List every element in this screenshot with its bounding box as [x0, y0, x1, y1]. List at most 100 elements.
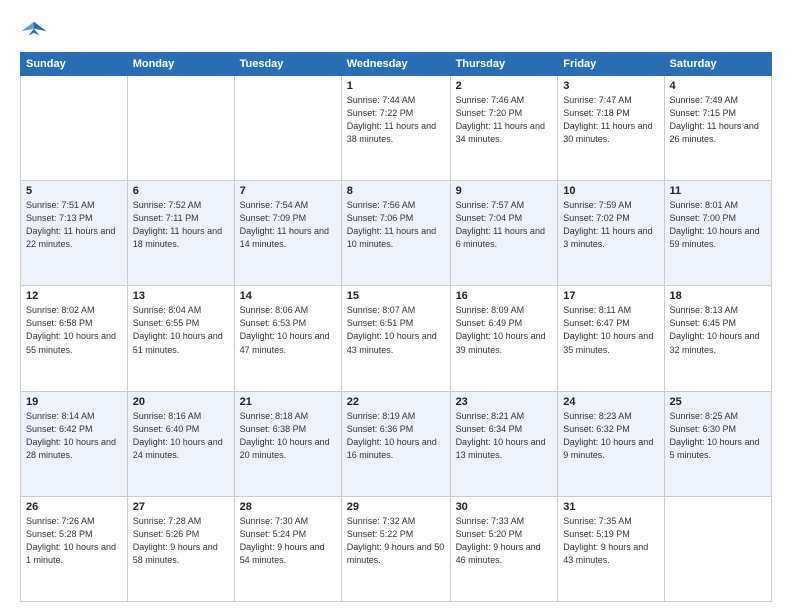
- day-number: 31: [563, 501, 658, 513]
- calendar-day-header: Saturday: [664, 53, 772, 76]
- day-number: 10: [563, 185, 658, 197]
- calendar-cell: 14 Sunrise: 8:06 AM Sunset: 6:53 PM Dayli…: [234, 286, 341, 391]
- calendar-week-row: 26 Sunrise: 7:26 AM Sunset: 5:28 PM Dayli…: [21, 496, 772, 601]
- day-info: Sunrise: 8:25 AM Sunset: 6:30 PM Dayligh…: [670, 410, 767, 462]
- day-info: Sunrise: 7:28 AM Sunset: 5:26 PM Dayligh…: [133, 515, 229, 567]
- day-info: Sunrise: 8:14 AM Sunset: 6:42 PM Dayligh…: [26, 410, 122, 462]
- day-info: Sunrise: 7:51 AM Sunset: 7:13 PM Dayligh…: [26, 199, 122, 251]
- calendar-cell: 31 Sunrise: 7:35 AM Sunset: 5:19 PM Dayli…: [558, 496, 664, 601]
- day-info: Sunrise: 7:49 AM Sunset: 7:15 PM Dayligh…: [670, 94, 767, 146]
- calendar-cell: 22 Sunrise: 8:19 AM Sunset: 6:36 PM Dayli…: [341, 391, 450, 496]
- header: [20, 16, 772, 44]
- day-info: Sunrise: 8:06 AM Sunset: 6:53 PM Dayligh…: [240, 304, 336, 356]
- calendar-day-header: Thursday: [450, 53, 558, 76]
- calendar-day-header: Wednesday: [341, 53, 450, 76]
- calendar-cell: [21, 76, 128, 181]
- day-info: Sunrise: 7:26 AM Sunset: 5:28 PM Dayligh…: [26, 515, 122, 567]
- day-number: 4: [670, 80, 767, 92]
- day-number: 19: [26, 396, 122, 408]
- day-info: Sunrise: 8:09 AM Sunset: 6:49 PM Dayligh…: [456, 304, 553, 356]
- calendar-cell: 24 Sunrise: 8:23 AM Sunset: 6:32 PM Dayli…: [558, 391, 664, 496]
- calendar-cell: 20Sunrise: 8:16 AM Sunset: 6:40 PM Dayli…: [127, 391, 234, 496]
- day-number: 21: [240, 396, 336, 408]
- calendar-cell: [234, 76, 341, 181]
- day-number: 29: [347, 501, 445, 513]
- calendar-cell: 23 Sunrise: 8:21 AM Sunset: 6:34 PM Dayli…: [450, 391, 558, 496]
- calendar-cell: 8Sunrise: 7:56 AM Sunset: 7:06 PM Daylig…: [341, 181, 450, 286]
- calendar-cell: 15 Sunrise: 8:07 AM Sunset: 6:51 PM Dayli…: [341, 286, 450, 391]
- day-number: 3: [563, 80, 658, 92]
- day-info: Sunrise: 8:23 AM Sunset: 6:32 PM Dayligh…: [563, 410, 658, 462]
- day-info: Sunrise: 7:57 AM Sunset: 7:04 PM Dayligh…: [456, 199, 553, 251]
- day-info: Sunrise: 8:04 AM Sunset: 6:55 PM Dayligh…: [133, 304, 229, 356]
- day-number: 9: [456, 185, 553, 197]
- day-number: 23: [456, 396, 553, 408]
- calendar-cell: 4 Sunrise: 7:49 AM Sunset: 7:15 PM Daylig…: [664, 76, 772, 181]
- calendar-cell: 27 Sunrise: 7:28 AM Sunset: 5:26 PM Dayli…: [127, 496, 234, 601]
- day-info: Sunrise: 8:07 AM Sunset: 6:51 PM Dayligh…: [347, 304, 445, 356]
- day-info: Sunrise: 7:30 AM Sunset: 5:24 PM Dayligh…: [240, 515, 336, 567]
- logo: [20, 16, 52, 44]
- day-number: 26: [26, 501, 122, 513]
- day-number: 12: [26, 290, 122, 302]
- day-number: 7: [240, 185, 336, 197]
- day-number: 16: [456, 290, 553, 302]
- calendar-cell: 10 Sunrise: 7:59 AM Sunset: 7:02 PM Dayli…: [558, 181, 664, 286]
- calendar-cell: [664, 496, 772, 601]
- day-info: Sunrise: 7:59 AM Sunset: 7:02 PM Dayligh…: [563, 199, 658, 251]
- day-number: 13: [133, 290, 229, 302]
- calendar-day-header: Monday: [127, 53, 234, 76]
- day-number: 28: [240, 501, 336, 513]
- day-info: Sunrise: 8:02 AM Sunset: 6:58 PM Dayligh…: [26, 304, 122, 356]
- day-number: 27: [133, 501, 229, 513]
- day-info: Sunrise: 7:33 AM Sunset: 5:20 PM Dayligh…: [456, 515, 553, 567]
- day-number: 15: [347, 290, 445, 302]
- calendar-cell: [127, 76, 234, 181]
- day-info: Sunrise: 7:35 AM Sunset: 5:19 PM Dayligh…: [563, 515, 658, 567]
- day-number: 25: [670, 396, 767, 408]
- calendar-table: SundayMondayTuesdayWednesdayThursdayFrid…: [20, 52, 772, 602]
- day-number: 22: [347, 396, 445, 408]
- calendar-cell: 17 Sunrise: 8:11 AM Sunset: 6:47 PM Dayli…: [558, 286, 664, 391]
- calendar-cell: 16 Sunrise: 8:09 AM Sunset: 6:49 PM Dayli…: [450, 286, 558, 391]
- calendar-cell: 5 Sunrise: 7:51 AM Sunset: 7:13 PM Daylig…: [21, 181, 128, 286]
- calendar-week-row: 5 Sunrise: 7:51 AM Sunset: 7:13 PM Daylig…: [21, 181, 772, 286]
- calendar-cell: 25 Sunrise: 8:25 AM Sunset: 6:30 PM Dayli…: [664, 391, 772, 496]
- day-info: Sunrise: 8:13 AM Sunset: 6:45 PM Dayligh…: [670, 304, 767, 356]
- day-info: Sunrise: 7:44 AM Sunset: 7:22 PM Dayligh…: [347, 94, 445, 146]
- day-info: Sunrise: 8:21 AM Sunset: 6:34 PM Dayligh…: [456, 410, 553, 462]
- day-number: 18: [670, 290, 767, 302]
- calendar-cell: 26 Sunrise: 7:26 AM Sunset: 5:28 PM Dayli…: [21, 496, 128, 601]
- calendar-cell: 7 Sunrise: 7:54 AM Sunset: 7:09 PM Daylig…: [234, 181, 341, 286]
- calendar-cell: 12 Sunrise: 8:02 AM Sunset: 6:58 PM Dayli…: [21, 286, 128, 391]
- day-info: Sunrise: 8:18 AM Sunset: 6:38 PM Dayligh…: [240, 410, 336, 462]
- day-info: Sunrise: 8:19 AM Sunset: 6:36 PM Dayligh…: [347, 410, 445, 462]
- calendar-cell: 3 Sunrise: 7:47 AM Sunset: 7:18 PM Daylig…: [558, 76, 664, 181]
- day-number: 2: [456, 80, 553, 92]
- day-number: 6: [133, 185, 229, 197]
- calendar-cell: 19 Sunrise: 8:14 AM Sunset: 6:42 PM Dayli…: [21, 391, 128, 496]
- calendar-cell: 13 Sunrise: 8:04 AM Sunset: 6:55 PM Dayli…: [127, 286, 234, 391]
- page: SundayMondayTuesdayWednesdayThursdayFrid…: [0, 0, 792, 612]
- day-number: 11: [670, 185, 767, 197]
- day-info: Sunrise: 7:54 AM Sunset: 7:09 PM Dayligh…: [240, 199, 336, 251]
- day-info: Sunrise: 7:46 AM Sunset: 7:20 PM Dayligh…: [456, 94, 553, 146]
- calendar-week-row: 1 Sunrise: 7:44 AM Sunset: 7:22 PM Daylig…: [21, 76, 772, 181]
- day-number: 14: [240, 290, 336, 302]
- day-number: 24: [563, 396, 658, 408]
- calendar-cell: 11Sunrise: 8:01 AM Sunset: 7:00 PM Dayli…: [664, 181, 772, 286]
- calendar-header-row: SundayMondayTuesdayWednesdayThursdayFrid…: [21, 53, 772, 76]
- calendar-day-header: Sunday: [21, 53, 128, 76]
- calendar-cell: 28 Sunrise: 7:30 AM Sunset: 5:24 PM Dayli…: [234, 496, 341, 601]
- day-info: Sunrise: 7:52 AM Sunset: 7:11 PM Dayligh…: [133, 199, 229, 251]
- calendar-cell: 2 Sunrise: 7:46 AM Sunset: 7:20 PM Daylig…: [450, 76, 558, 181]
- calendar-cell: 29Sunrise: 7:32 AM Sunset: 5:22 PM Dayli…: [341, 496, 450, 601]
- day-number: 17: [563, 290, 658, 302]
- day-number: 5: [26, 185, 122, 197]
- day-number: 1: [347, 80, 445, 92]
- day-info: Sunrise: 8:11 AM Sunset: 6:47 PM Dayligh…: [563, 304, 658, 356]
- calendar-cell: 9 Sunrise: 7:57 AM Sunset: 7:04 PM Daylig…: [450, 181, 558, 286]
- day-info: Sunrise: 7:47 AM Sunset: 7:18 PM Dayligh…: [563, 94, 658, 146]
- calendar-cell: 18 Sunrise: 8:13 AM Sunset: 6:45 PM Dayli…: [664, 286, 772, 391]
- day-info: Sunrise: 8:16 AM Sunset: 6:40 PM Dayligh…: [133, 410, 229, 462]
